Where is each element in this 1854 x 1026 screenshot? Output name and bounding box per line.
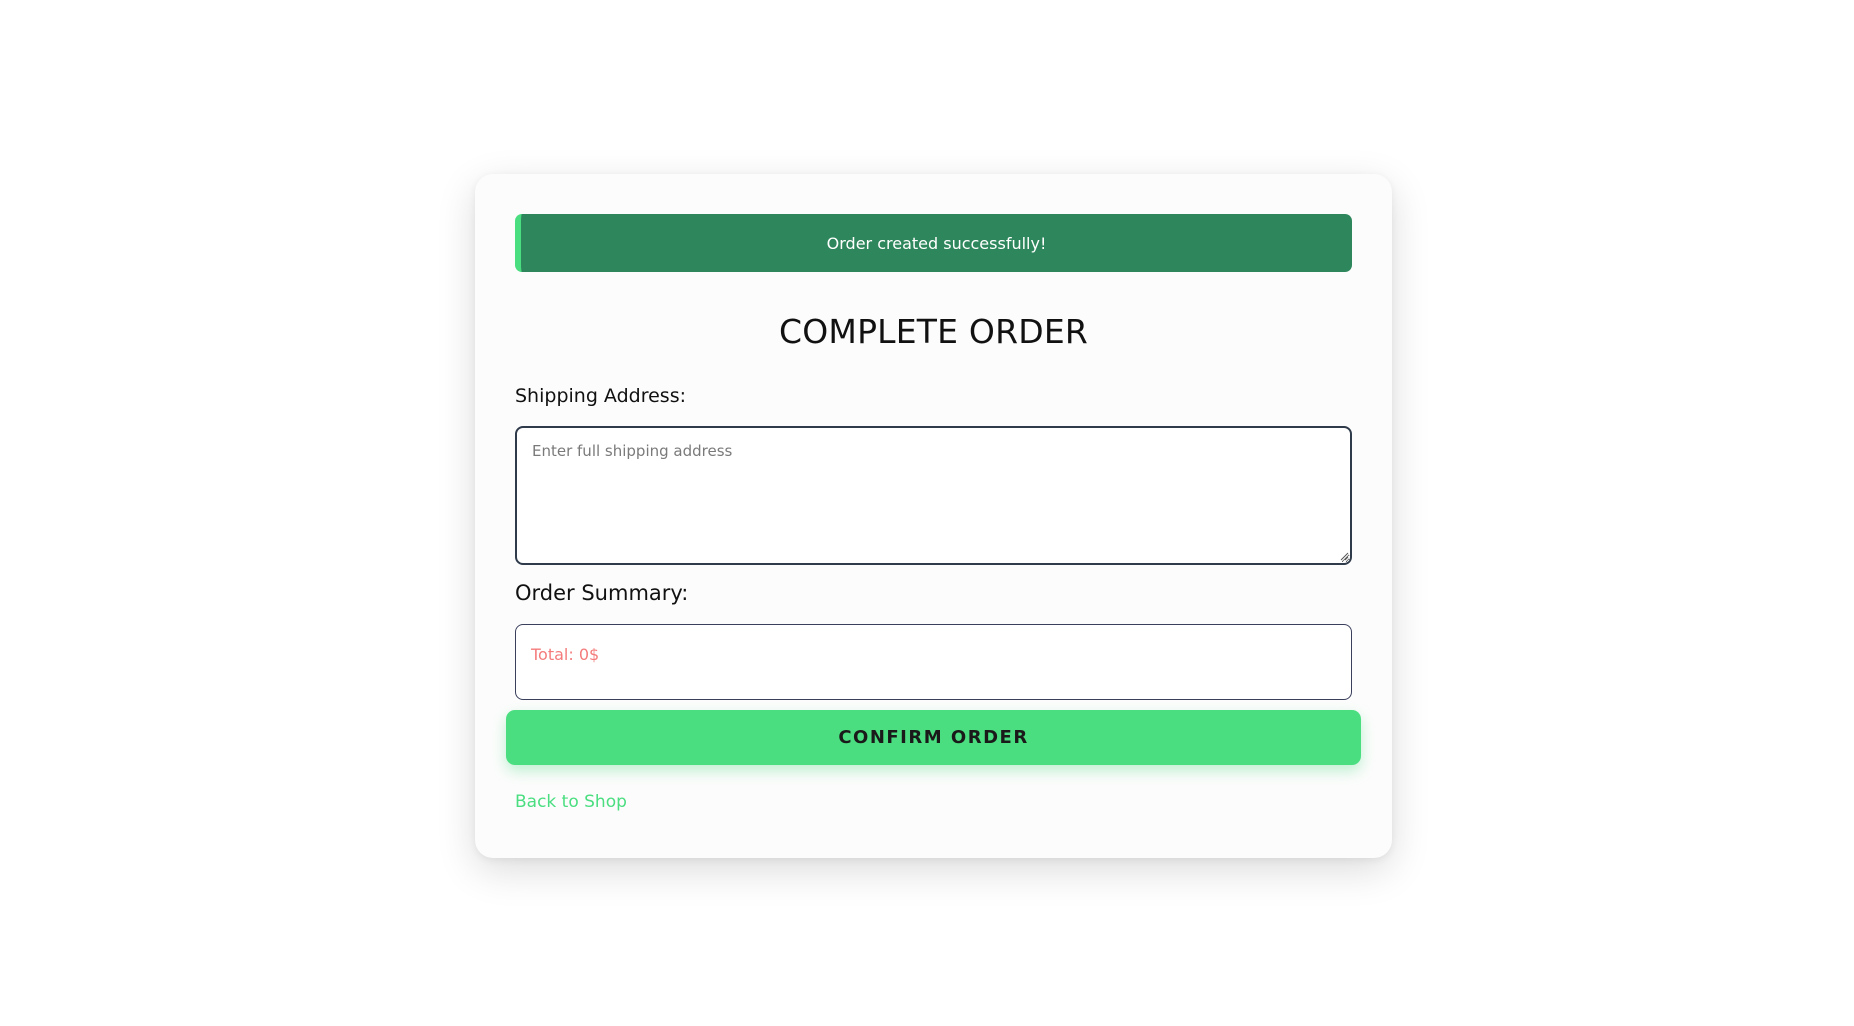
- order-summary-box: Total: 0$: [515, 624, 1352, 700]
- back-to-shop-link[interactable]: Back to Shop: [515, 792, 627, 812]
- success-alert: Order created successfully!: [515, 214, 1352, 272]
- shipping-address-label: Shipping Address:: [515, 385, 686, 407]
- shipping-address-input[interactable]: [515, 426, 1352, 565]
- confirm-order-button[interactable]: CONFIRM ORDER: [506, 710, 1361, 765]
- success-alert-message: Order created successfully!: [826, 233, 1047, 253]
- order-total: Total: 0$: [531, 645, 600, 664]
- order-summary-label: Order Summary:: [515, 581, 689, 605]
- order-card: Order created successfully! COMPLETE ORD…: [475, 174, 1392, 858]
- page-title: COMPLETE ORDER: [778, 312, 1089, 351]
